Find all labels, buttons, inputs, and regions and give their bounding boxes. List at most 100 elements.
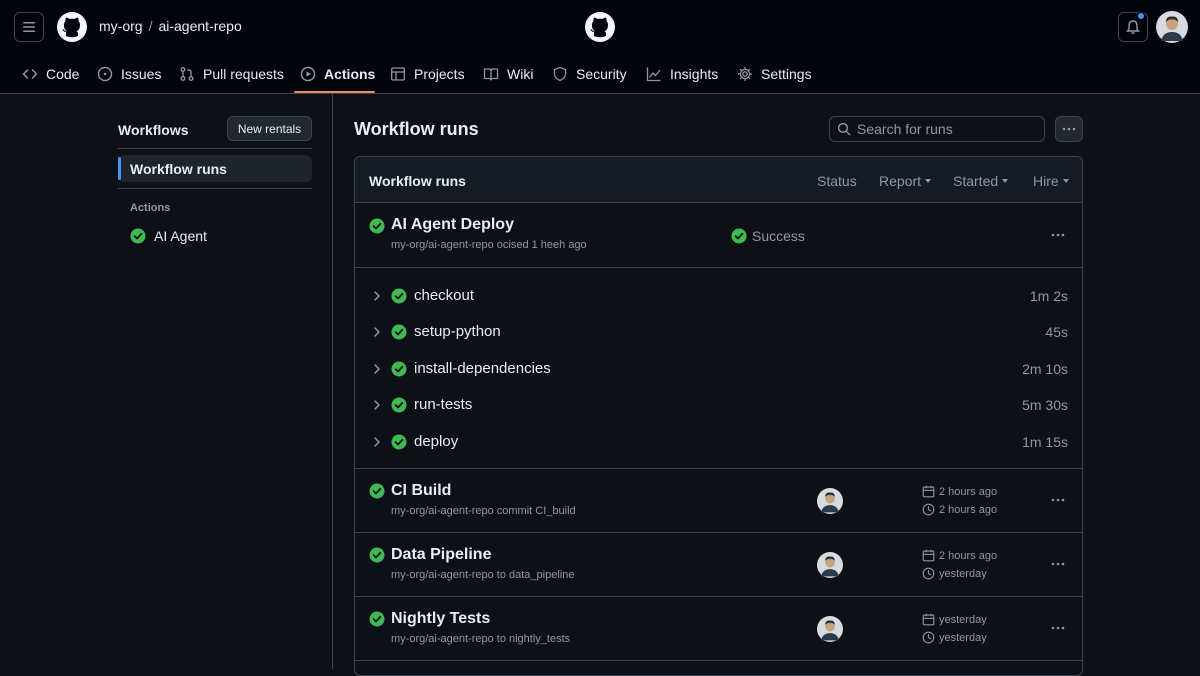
table-row[interactable]: Nightly Tests my-org/ai-agent-repo to ni… [355, 597, 1082, 661]
tab-pull-requests[interactable]: Pull requests [179, 54, 284, 94]
tab-issues[interactable]: Issues [97, 54, 161, 94]
job-row-deploy[interactable]: deploy 1m 15s [355, 424, 1082, 460]
tab-projects-label: Projects [414, 66, 465, 82]
table-title: Workflow runs [369, 173, 466, 189]
search-input[interactable] [857, 121, 1037, 137]
breadcrumb-repo[interactable]: ai-agent-repo [158, 18, 241, 34]
tab-settings-label: Settings [761, 66, 812, 82]
job-duration: 45s [1045, 324, 1068, 340]
sidebar-item-label: AI Agent [154, 228, 207, 244]
breadcrumb-org[interactable]: my-org [99, 18, 143, 34]
check-circle-icon [391, 324, 407, 340]
divider [118, 148, 312, 149]
run-subtitle: my-org/ai-agent-repo to nightly_tests [391, 633, 571, 645]
table-row[interactable]: CI Build my-org/ai-agent-repo commit CI_… [355, 469, 1082, 533]
check-circle-icon [391, 434, 407, 450]
code-icon [22, 69, 38, 79]
tab-projects[interactable]: Projects [390, 54, 465, 94]
sidebar-item-workflow-runs[interactable]: Workflow runs [118, 155, 312, 182]
tab-insights-label: Insights [670, 66, 719, 82]
book-icon [483, 68, 499, 81]
tab-security-label: Security [576, 66, 627, 82]
caret-down-icon [1002, 179, 1009, 183]
sidebar-item-ai-agent[interactable]: AI Agent [130, 228, 207, 244]
menu-button[interactable] [14, 12, 44, 42]
run-started: 2 hours ago [922, 549, 997, 562]
status-label: Success [752, 228, 805, 244]
check-circle-icon [369, 611, 385, 627]
chevron-right-icon[interactable] [371, 363, 383, 375]
run-subtitle: my-org/ai-agent-repo to data_pipeline [391, 569, 575, 581]
job-duration: 1m 2s [1029, 288, 1068, 304]
kebab-horizontal-icon[interactable] [1050, 492, 1066, 508]
chevron-right-icon[interactable] [371, 326, 383, 338]
run-title[interactable]: Data Pipeline [391, 546, 491, 564]
new-workflow-button[interactable]: New rentals [227, 116, 312, 141]
run-duration: 2 hours ago [922, 503, 997, 516]
job-row-setup-python[interactable]: setup-python 45s [355, 314, 1082, 350]
breadcrumb-separator: / [148, 18, 153, 34]
run-title[interactable]: Nightly Tests [391, 610, 490, 628]
tab-code[interactable]: Code [22, 54, 79, 94]
avatar[interactable] [817, 552, 843, 578]
sidebar-item-label: Workflow runs [130, 161, 227, 177]
active-indicator [118, 157, 121, 180]
run-title[interactable]: AI Agent Deploy [391, 216, 514, 234]
run-title[interactable]: CI Build [391, 482, 451, 500]
avatar[interactable] [817, 488, 843, 514]
check-circle-icon [369, 547, 385, 563]
workflow-runs-table: Workflow runs Status Report Started Hire… [354, 156, 1083, 676]
tab-wiki[interactable]: Wiki [483, 54, 533, 94]
page-title: Workflow runs [354, 119, 479, 139]
check-circle-icon [391, 397, 407, 413]
chevron-right-icon[interactable] [371, 399, 383, 411]
more-options-button[interactable] [1055, 116, 1083, 142]
run-started-text: 2 hours ago [939, 549, 998, 562]
tab-code-label: Code [46, 66, 80, 82]
run-duration: yesterday [922, 567, 987, 580]
table-header: Workflow runs Status Report Started Hire [355, 157, 1082, 203]
report-filter[interactable]: Report [879, 173, 932, 189]
chevron-right-icon[interactable] [371, 290, 383, 302]
top-bar: my-org / ai-agent-repo [0, 0, 1200, 54]
avatar[interactable] [817, 616, 843, 642]
tab-actions-label: Actions [324, 66, 376, 82]
table-row[interactable]: Data Pipeline my-org/ai-agent-repo to da… [355, 533, 1082, 597]
notifications-button[interactable] [1118, 12, 1148, 42]
calendar-icon [922, 613, 935, 626]
graph-icon [646, 67, 661, 82]
kebab-horizontal-icon[interactable] [1050, 620, 1066, 636]
tab-settings[interactable]: Settings [737, 54, 812, 94]
table-row[interactable]: AI Agent Deploy my-org/ai-agent-repo oci… [355, 203, 1082, 268]
tab-pull-requests-label: Pull requests [203, 66, 284, 82]
job-row-install-dependencies[interactable]: install-dependencies 2m 10s [355, 351, 1082, 387]
github-logo-icon[interactable] [56, 11, 88, 43]
github-logo-center-icon[interactable] [584, 11, 616, 43]
tab-actions[interactable]: Actions [300, 54, 375, 94]
run-duration-text: 2 hours ago [939, 503, 998, 516]
job-row-run-tests[interactable]: run-tests 5m 30s [355, 387, 1082, 423]
caret-down-icon [1062, 179, 1069, 183]
workflows-sidebar: Workflows New rentals Workflow runs Acti… [0, 94, 333, 669]
tab-wiki-label: Wiki [507, 66, 534, 82]
chevron-right-icon[interactable] [371, 436, 383, 448]
job-name: run-tests [414, 396, 473, 413]
kebab-horizontal-icon[interactable] [1050, 556, 1066, 572]
search-box[interactable] [829, 116, 1045, 142]
hire-filter[interactable]: Hire [1033, 173, 1069, 189]
run-started: 2 hours ago [922, 485, 997, 498]
tab-issues-label: Issues [121, 66, 162, 82]
clock-icon [922, 503, 935, 516]
status-filter[interactable]: Status [817, 173, 857, 189]
play-icon [300, 66, 316, 82]
tab-security[interactable]: Security [552, 54, 627, 94]
breadcrumb: my-org / ai-agent-repo [99, 18, 242, 34]
unread-indicator [1137, 12, 1145, 20]
user-avatar[interactable] [1156, 11, 1188, 43]
kebab-horizontal-icon[interactable] [1050, 227, 1066, 243]
job-row-checkout[interactable]: checkout 1m 2s [355, 278, 1082, 314]
sidebar-section-label: Actions [130, 202, 171, 214]
started-filter[interactable]: Started [953, 173, 1009, 189]
pull-request-icon [180, 67, 194, 81]
tab-insights[interactable]: Insights [646, 54, 718, 94]
